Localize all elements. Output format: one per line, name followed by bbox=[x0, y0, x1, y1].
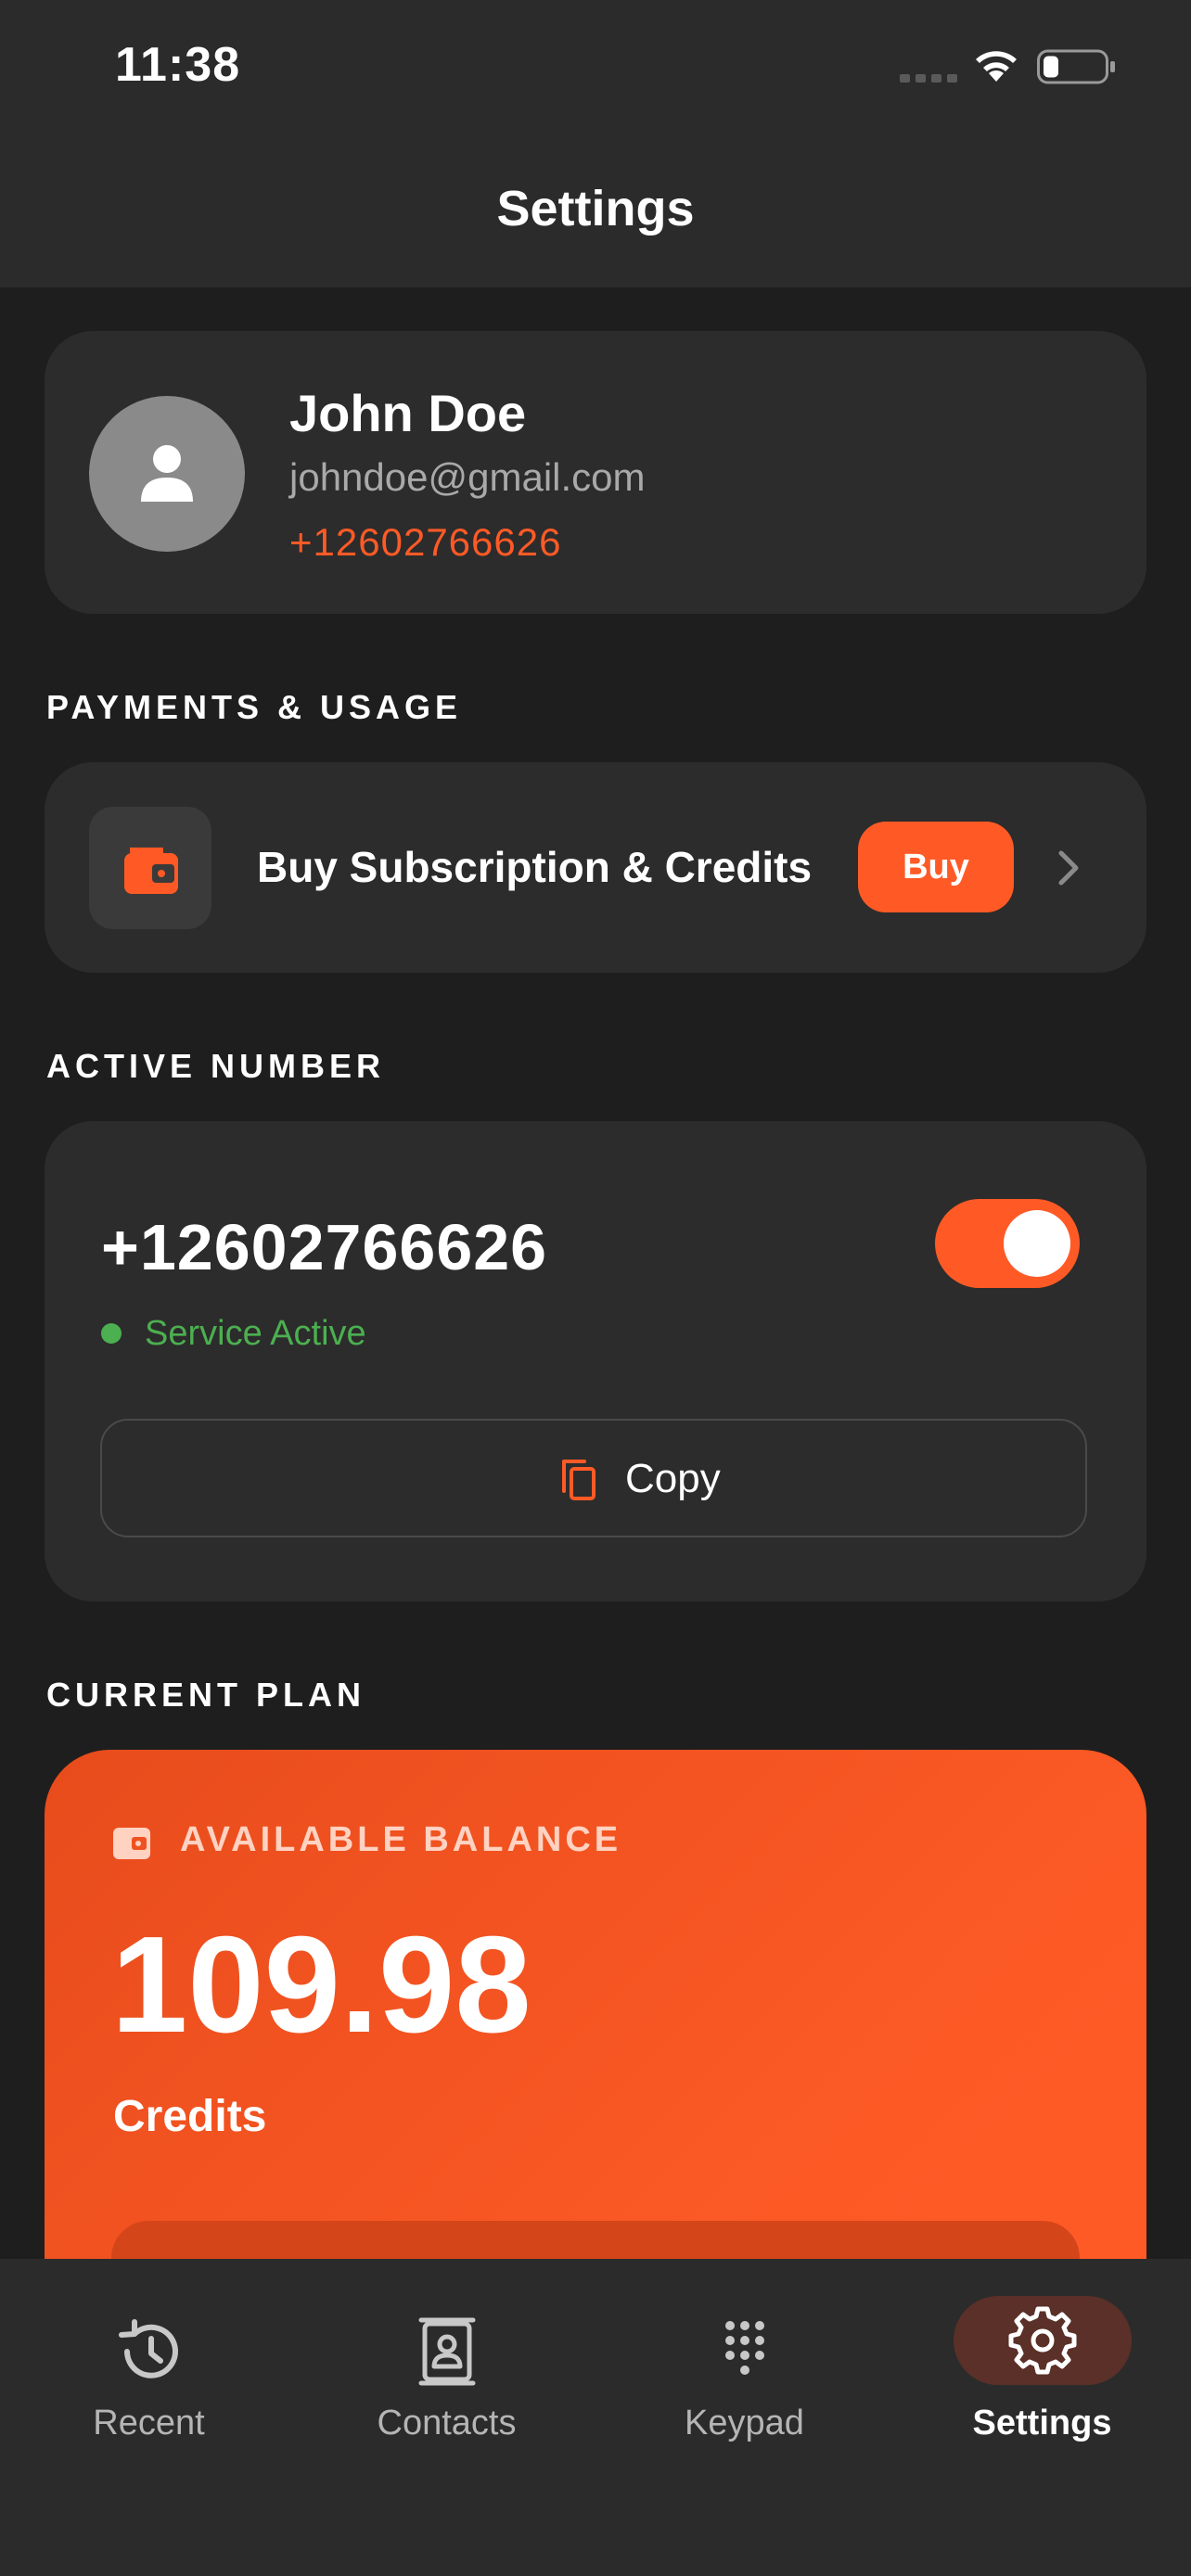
tab-recent[interactable]: Recent bbox=[0, 2259, 298, 2481]
contacts-icon bbox=[418, 2317, 475, 2386]
number-active-toggle[interactable] bbox=[935, 1199, 1080, 1288]
tab-bar: Recent Contacts Keypad Settings bbox=[0, 2259, 1191, 2576]
chevron-right-icon bbox=[1058, 850, 1079, 886]
status-time: 11:38 bbox=[115, 38, 241, 92]
wallet-tile bbox=[89, 807, 211, 929]
available-balance-label: AVAILABLE BALANCE bbox=[180, 1820, 622, 1859]
buy-subscription-label: Buy Subscription & Credits bbox=[257, 843, 813, 891]
profile-name: John Doe bbox=[289, 384, 527, 442]
buy-subscription-row[interactable]: Buy Subscription & Credits Buy bbox=[45, 762, 1146, 973]
page-title: Settings bbox=[496, 181, 695, 236]
profile-phone: +12602766626 bbox=[289, 520, 562, 564]
tab-settings[interactable]: Settings bbox=[893, 2259, 1191, 2481]
balance-value: 109.98 bbox=[111, 1908, 531, 2061]
tab-label: Contacts bbox=[377, 2404, 517, 2442]
tab-label: Settings bbox=[972, 2404, 1112, 2442]
battery-icon bbox=[1037, 49, 1115, 84]
tab-label: Recent bbox=[93, 2404, 205, 2442]
section-label-current-plan: CURRENT PLAN bbox=[46, 1676, 365, 1714]
tab-label: Keypad bbox=[685, 2404, 804, 2442]
wifi-icon bbox=[976, 51, 1017, 82]
header: Settings bbox=[0, 139, 1191, 287]
section-label-active-number: ACTIVE NUMBER bbox=[46, 1047, 386, 1085]
wallet-icon bbox=[124, 848, 178, 894]
active-number-card: +12602766626 Service Active Copy bbox=[45, 1121, 1146, 1601]
wallet-icon bbox=[113, 1828, 150, 1859]
copy-button[interactable]: Copy bbox=[100, 1419, 1087, 1537]
section-label-payments: PAYMENTS & USAGE bbox=[46, 688, 463, 726]
active-phone-number: +12602766626 bbox=[101, 1211, 548, 1283]
gear-icon bbox=[1008, 2306, 1076, 2375]
toggle-knob bbox=[1004, 1210, 1070, 1277]
service-status: Service Active bbox=[145, 1314, 366, 1353]
copy-label: Copy bbox=[625, 1456, 721, 1501]
profile-card[interactable]: John Doe johndoe@gmail.com +12602766626 bbox=[45, 331, 1146, 614]
current-plan-card: AVAILABLE BALANCE 109.98 Credits bbox=[45, 1750, 1146, 2295]
buy-button[interactable]: Buy bbox=[858, 822, 1014, 912]
balance-unit: Credits bbox=[113, 2092, 267, 2141]
person-icon bbox=[141, 445, 193, 502]
avatar bbox=[89, 396, 245, 552]
profile-email: johndoe@gmail.com bbox=[289, 455, 646, 499]
status-dot bbox=[101, 1323, 122, 1344]
tab-keypad[interactable]: Keypad bbox=[596, 2259, 893, 2481]
keypad-icon bbox=[724, 2321, 764, 2375]
tab-contacts[interactable]: Contacts bbox=[298, 2259, 596, 2481]
status-bar: 11:38 bbox=[0, 0, 1191, 139]
copy-icon bbox=[562, 1460, 596, 1500]
history-icon bbox=[118, 2319, 178, 2378]
cellular-signal-icon bbox=[900, 74, 957, 83]
